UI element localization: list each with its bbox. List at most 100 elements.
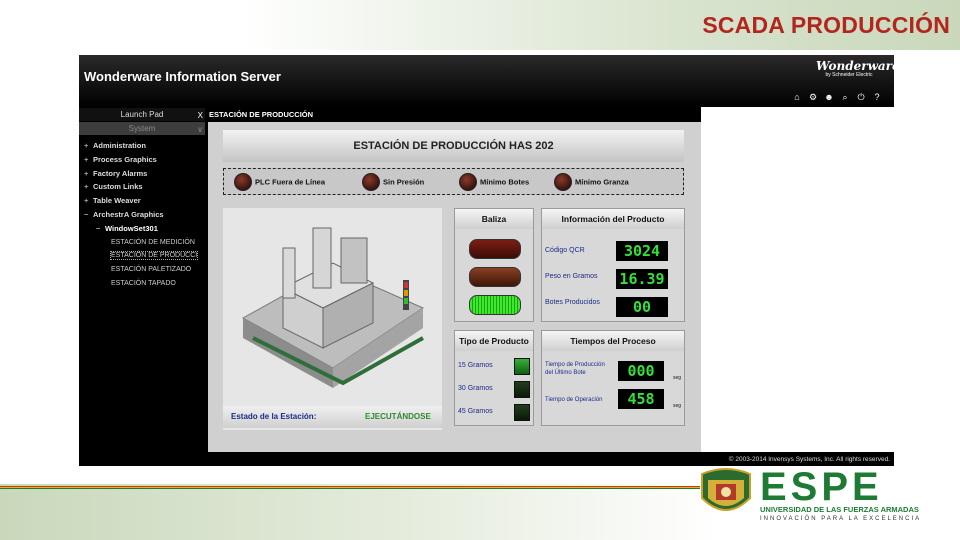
beacon-green-light (469, 295, 521, 315)
weight-label: Peso en Gramos (545, 273, 598, 280)
nav-label: WindowSet301 (105, 223, 158, 233)
nav-item-table-weaver[interactable]: + Table Weaver (84, 194, 205, 208)
option-45g-selector[interactable] (514, 404, 530, 421)
espe-crest (696, 468, 756, 522)
launch-pad-label: Launch Pad (120, 110, 164, 119)
nav-item-custom-links[interactable]: + Custom Links (84, 180, 205, 194)
baliza-title: Baliza (455, 209, 533, 229)
blank-area (701, 107, 894, 452)
expand-icon: + (84, 196, 89, 206)
option-30g-selector[interactable] (514, 381, 530, 398)
process-times-title: Tiempos del Proceso (542, 331, 684, 351)
header-toolbar: ⌂ ⚙ ☻ ⌕ ⏻ ? (792, 92, 882, 103)
alarm-min-granza: Mínimo Granza (554, 173, 629, 191)
prod-time-display: 000 (618, 361, 664, 381)
alarm-label: Mínimo Granza (575, 177, 629, 187)
nav-leaf-paletizado[interactable]: ESTACIÓN PALETIZADO (84, 263, 205, 277)
alarm-pressure: Sin Presión (362, 173, 424, 191)
prod-time-unit: seg (672, 375, 681, 381)
espe-line1: UNIVERSIDAD DE LAS FUERZAS ARMADAS (760, 505, 919, 514)
nav-label: ESTACIÓN PALETIZADO (111, 266, 192, 274)
beacon-red-light (469, 239, 521, 259)
expand-icon: + (84, 141, 89, 150)
alarm-label: PLC Fuera de Línea (255, 177, 326, 187)
nav-item-process-graphics[interactable]: + Process Graphics (84, 153, 205, 167)
option-15g-selector[interactable] (514, 358, 530, 375)
weight-display: 16.39 (616, 269, 668, 289)
nav-item-administration[interactable]: + Administration (84, 139, 205, 153)
station-title: ESTACIÓN DE PRODUCCIÓN HAS 202 (223, 130, 684, 162)
copyright-footer: © 2003-2014 Invensys Systems, Inc. All r… (728, 456, 890, 463)
expand-icon: + (84, 154, 89, 164)
state-label: Estado de la Estación: (231, 412, 317, 421)
nav-label: Custom Links (93, 182, 143, 192)
process-times-panel: Tiempos del Proceso Tiempo de Producción… (541, 330, 685, 426)
launch-pad-header[interactable]: Launch Pad X (79, 108, 205, 121)
nav-label: ESTACIÓN DE MEDICIÓN (111, 238, 195, 246)
nav-label: Factory Alarms (93, 168, 148, 178)
option-label: 45 Gramos (458, 408, 493, 415)
collapse-icon: − (84, 209, 89, 219)
prod-time-label: Tiempo de Producción (545, 362, 605, 368)
qcr-label: Código QCR (545, 247, 585, 254)
help-icon[interactable]: ? (872, 92, 882, 103)
alarm-label: Mínimo Botes (480, 177, 530, 187)
nav-label: Administration (93, 141, 146, 150)
nav-leaf-tapado[interactable]: ESTACIÓN TAPADO (84, 277, 205, 291)
system-label: System (128, 124, 156, 133)
power-icon[interactable]: ⏻ (856, 92, 866, 103)
nav-label: Process Graphics (93, 154, 157, 164)
beacon-amber-light (469, 267, 521, 287)
search-icon[interactable]: ⌕ (840, 92, 850, 103)
expand-icon: + (84, 182, 89, 192)
slide-title: SCADA PRODUCCIÓN (702, 12, 950, 38)
op-time-display: 458 (618, 389, 664, 409)
alarm-plc: PLC Fuera de Línea (234, 173, 325, 191)
content-tab-title: ESTACIÓN DE PRODUCCIÓN (209, 110, 314, 119)
slide-tricolor-line (0, 486, 700, 489)
nav-item-archestra-graphics[interactable]: − ArchestrA Graphics (84, 208, 205, 222)
alarm-label: Sin Presión (383, 177, 425, 187)
alarm-lamp-icon (459, 173, 477, 191)
prod-time-label-2: del Último Bote (545, 370, 586, 376)
product-type-panel: Tipo de Producto 15 Gramos 30 Gramos 45 … (454, 330, 534, 426)
wonderware-logo: Wonderware by Schneider Electric (816, 59, 894, 89)
settings-icon[interactable]: ⚙ (808, 92, 818, 103)
espe-wordmark: ESPE (760, 465, 883, 509)
alarm-lamp-icon (362, 173, 380, 191)
alarm-lamp-icon (234, 173, 252, 191)
state-value: EJECUTÁNDOSE (365, 412, 431, 421)
nav-label: ESTACIÓN TAPADO (111, 279, 176, 287)
station-state-bar: Estado de la Estación: EJECUTÁNDOSE (223, 406, 442, 428)
alarm-min-botes: Mínimo Botes (459, 173, 529, 191)
collapse-icon: − (96, 223, 101, 233)
nav-item-windowset[interactable]: − WindowSet301 (84, 222, 205, 236)
option-label: 15 Gramos (458, 362, 493, 369)
nav-item-factory-alarms[interactable]: + Factory Alarms (84, 167, 205, 181)
launch-pad-close-icon[interactable]: X (198, 109, 203, 122)
wonderware-wordmark: Wonderware (816, 59, 894, 73)
alarm-lamp-icon (554, 173, 572, 191)
wis-window: Wonderware Information Server Wonderware… (79, 55, 894, 466)
station-machine-illustration (241, 227, 425, 388)
station-image-panel (223, 208, 442, 430)
option-label: 30 Gramos (458, 385, 493, 392)
app-title: Wonderware Information Server (84, 69, 281, 84)
nav-leaf-medicion[interactable]: ESTACIÓN DE MEDICIÓN (84, 236, 205, 250)
qcr-display: 3024 (616, 241, 668, 261)
system-collapse-icon[interactable]: ∨ (197, 123, 203, 136)
expand-icon: + (84, 168, 89, 178)
nav-tree: + Administration + Process Graphics + Facto… (84, 139, 205, 291)
nav-label: ESTACIÓN DE PRODUCCI (109, 251, 199, 261)
alarm-bar: PLC Fuera de Línea Sin Presión Mínimo Bo… (223, 168, 684, 195)
user-icon[interactable]: ☻ (824, 92, 834, 103)
home-icon[interactable]: ⌂ (792, 92, 802, 103)
botes-display: 00 (616, 297, 668, 317)
botes-label: Botes Producidos (545, 299, 600, 306)
espe-line2: INNOVACIÓN PARA LA EXCELENCIA (760, 516, 922, 522)
nav-leaf-produccion[interactable]: ESTACIÓN DE PRODUCCI (84, 249, 205, 263)
baliza-panel: Baliza (454, 208, 534, 322)
espe-logo: ESPE UNIVERSIDAD DE LAS FUERZAS ARMADAS … (760, 465, 950, 526)
wonderware-sub: by Schneider Electric (825, 72, 873, 78)
system-header[interactable]: System ∨ (79, 122, 205, 135)
